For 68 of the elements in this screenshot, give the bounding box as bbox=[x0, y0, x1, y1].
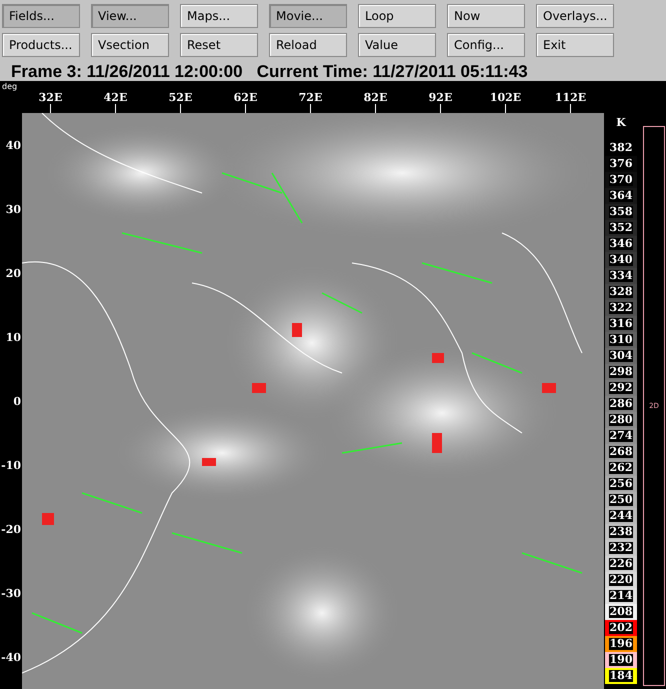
color-bar-entry: 364 bbox=[605, 188, 637, 204]
toolbar-button[interactable]: Value bbox=[358, 33, 436, 57]
color-bar-entry: 256 bbox=[605, 476, 637, 492]
color-bar-entry: 358 bbox=[605, 204, 637, 220]
color-bar-entry: 316 bbox=[605, 316, 637, 332]
color-bar-entry: 292 bbox=[605, 380, 637, 396]
color-bar-entry: 184 bbox=[605, 668, 637, 684]
latitude-label: -10 bbox=[1, 458, 21, 474]
color-bar-entry: 238 bbox=[605, 524, 637, 540]
latitude-label: 40 bbox=[6, 138, 21, 154]
color-bar-entry: 268 bbox=[605, 444, 637, 460]
color-bar-entry: 286 bbox=[605, 396, 637, 412]
longitude-label: 112E bbox=[554, 91, 586, 104]
latitude-label: 20 bbox=[6, 266, 21, 282]
color-bar-entry: 280 bbox=[605, 412, 637, 428]
color-bar-entry: 328 bbox=[605, 284, 637, 300]
axis-unit-label: deg bbox=[2, 81, 18, 93]
toolbar-button[interactable]: Exit bbox=[536, 33, 614, 57]
color-bar-entry: 304 bbox=[605, 348, 637, 364]
toolbar-button[interactable]: Fields... bbox=[2, 4, 80, 28]
frame-title: Frame 3: 11/26/2011 12:00:00 Current Time: 11/27/2011 05:11:43 bbox=[10, 62, 529, 82]
toolbar-button[interactable]: Reload bbox=[269, 33, 347, 57]
toolbar-button[interactable]: Products... bbox=[2, 33, 80, 57]
toolbar-button[interactable]: Loop bbox=[358, 4, 436, 28]
unit-label: K bbox=[615, 115, 628, 131]
longitude-label: 102E bbox=[490, 91, 522, 104]
color-bar-entry: 274 bbox=[605, 428, 637, 444]
color-bar-entry: 346 bbox=[605, 236, 637, 252]
color-bar-entry: 340 bbox=[605, 252, 637, 268]
longitude-label: 72E bbox=[298, 91, 322, 104]
toolbar-button[interactable]: Movie... bbox=[269, 4, 347, 28]
color-bar-entry: 214 bbox=[605, 588, 637, 604]
color-bar-entry: 370 bbox=[605, 172, 637, 188]
longitude-label: 42E bbox=[104, 91, 128, 104]
toolbar-button[interactable]: Maps... bbox=[180, 4, 258, 28]
color-bar-entry: 334 bbox=[605, 268, 637, 284]
color-bar-entry: 352 bbox=[605, 220, 637, 236]
color-bar-entry: 244 bbox=[605, 508, 637, 524]
latitude-label: 10 bbox=[6, 330, 21, 346]
color-bar-entry: 262 bbox=[605, 460, 637, 476]
toolbar-button[interactable]: Reset bbox=[180, 33, 258, 57]
longitude-label: 32E bbox=[38, 91, 62, 104]
color-bar-entry: 298 bbox=[605, 364, 637, 380]
latitude-label: 30 bbox=[6, 202, 21, 218]
color-bar-entry: 310 bbox=[605, 332, 637, 348]
color-bar-entry: 196 bbox=[605, 636, 637, 652]
toolbar-button[interactable]: View... bbox=[91, 4, 169, 28]
toolbar-button[interactable]: Now bbox=[447, 4, 525, 28]
toolbar-button[interactable]: Config... bbox=[447, 33, 525, 57]
color-bar-entry: 202 bbox=[605, 620, 637, 636]
color-bar-entry: 220 bbox=[605, 572, 637, 588]
latitude-label: -40 bbox=[1, 650, 21, 666]
color-bar-entry: 232 bbox=[605, 540, 637, 556]
latitude-label: 0 bbox=[13, 394, 21, 410]
longitude-label: 62E bbox=[234, 91, 258, 104]
color-bar-entry: 208 bbox=[605, 604, 637, 620]
latitude-label: -30 bbox=[1, 586, 21, 602]
latitude-label: -20 bbox=[1, 522, 21, 538]
color-bar-entry: 250 bbox=[605, 492, 637, 508]
toolbar-button[interactable]: Vsection bbox=[91, 33, 169, 57]
color-bar-entry: 376 bbox=[605, 156, 637, 172]
color-bar-entry: 322 bbox=[605, 300, 637, 316]
toolbar-button[interactable]: Overlays... bbox=[536, 4, 614, 28]
longitude-label: 92E bbox=[428, 91, 452, 104]
color-bar-entry: 226 bbox=[605, 556, 637, 572]
longitude-label: 82E bbox=[364, 91, 388, 104]
longitude-label: 52E bbox=[168, 91, 192, 104]
color-bar-entry: 190 bbox=[605, 652, 637, 668]
